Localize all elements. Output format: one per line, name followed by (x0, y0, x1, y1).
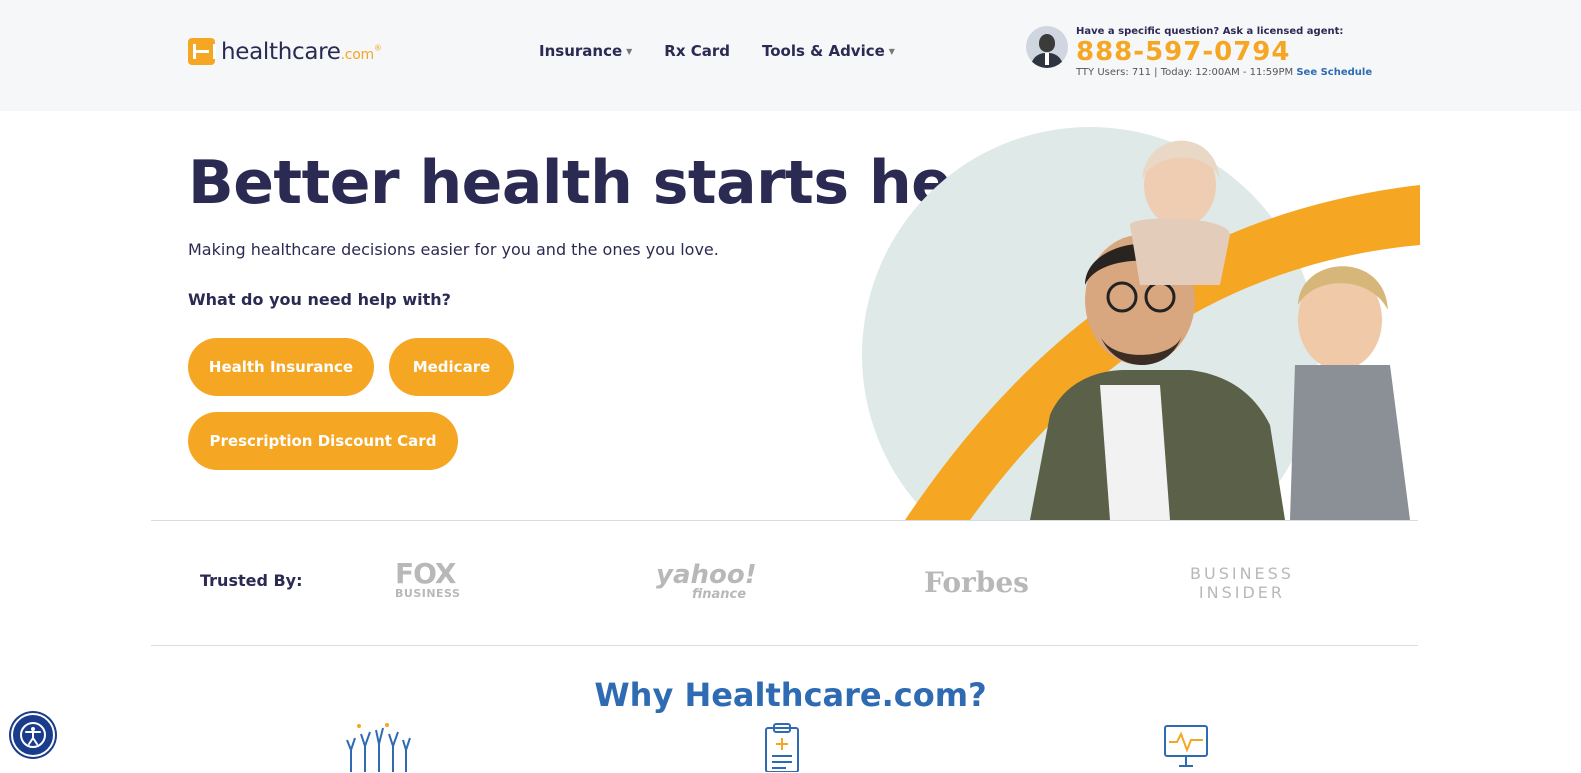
hero-subtitle: Making healthcare decisions easier for y… (188, 240, 719, 259)
monitor-heartbeat-icon (1163, 722, 1233, 772)
forbes-logo: Forbes (924, 566, 1029, 599)
chevron-down-icon: ▼ (888, 46, 895, 56)
nav-tools-advice[interactable]: Tools & Advice ▼ (762, 42, 895, 60)
see-schedule-link[interactable]: See Schedule (1296, 67, 1372, 78)
agent-hours: TTY Users: 711 | Today: 12:00AM - 11:59P… (1076, 67, 1373, 78)
accessibility-button[interactable] (11, 713, 55, 757)
accessibility-icon (20, 722, 46, 748)
nav-rx-card[interactable]: Rx Card (664, 42, 730, 60)
chevron-down-icon: ▼ (626, 46, 633, 56)
section-divider (151, 520, 1418, 521)
section-divider (151, 645, 1418, 646)
trusted-by-label: Trusted By: (200, 571, 303, 590)
hero-question: What do you need help with? (188, 290, 451, 309)
business-insider-logo: BUSINESS INSIDER (1190, 564, 1294, 602)
nav-insurance[interactable]: Insurance ▼ (539, 42, 632, 60)
phone-agent-icon (1026, 26, 1068, 68)
site-header: healthcare.com® Insurance ▼ Rx Card Tools… (0, 0, 1581, 111)
main-nav: Insurance ▼ Rx Card Tools & Advice ▼ (539, 42, 895, 60)
logo-text: healthcare.com® (221, 38, 382, 65)
clipboard-medical-icon (762, 722, 832, 773)
health-insurance-button[interactable]: Health Insurance (188, 338, 374, 396)
agent-phone-link[interactable]: 888-597-0794 (1076, 38, 1372, 66)
yahoo-finance-logo: yahoo! finance (656, 560, 757, 602)
logo-mark-icon (188, 38, 216, 65)
fox-business-logo: FOX BUSINESS (395, 557, 461, 600)
prescription-discount-card-button[interactable]: Prescription Discount Card (188, 412, 458, 470)
why-healthcare-title: Why Healthcare.com? (594, 676, 987, 714)
hero-family-image (860, 125, 1420, 520)
agent-contact: Have a specific question? Ask a licensed… (1026, 26, 1372, 80)
medicare-button[interactable]: Medicare (389, 338, 514, 396)
healthcare-logo[interactable]: healthcare.com® (188, 38, 382, 65)
hands-raised-icon (343, 722, 413, 772)
